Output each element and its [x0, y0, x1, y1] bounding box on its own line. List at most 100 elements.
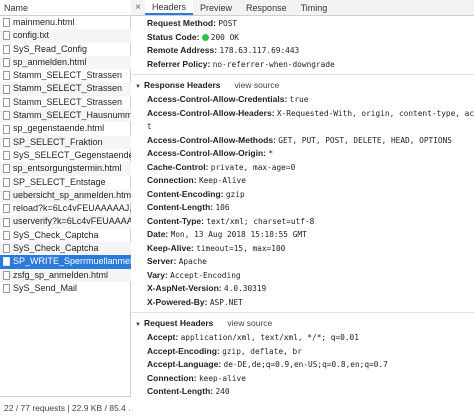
request-row[interactable]: mainmenu.html: [0, 16, 131, 29]
request-row[interactable]: SyS_SELECT_Gegenstaende: [0, 149, 131, 162]
header-key: Referrer Policy:: [147, 58, 211, 69]
file-icon: [3, 31, 10, 41]
requests-summary: 22 / 77 requests | 22.9 KB / 85.4 ...: [0, 396, 131, 418]
file-icon: [3, 58, 10, 68]
triangle-down-icon: ▼: [135, 322, 141, 328]
header-line: Vary: Accept-Encoding: [131, 269, 474, 283]
header-line: Server: Apache: [131, 255, 474, 269]
request-headers-section-toggle[interactable]: ▼ Request Headers view source: [131, 316, 474, 331]
request-row[interactable]: sp_entsorgungstermin.html: [0, 162, 131, 176]
request-detail-pane: × Headers Preview Response Timing Request M…: [131, 0, 474, 418]
file-icon: [3, 257, 10, 267]
request-row[interactable]: Stamm_SELECT_Strassen: [0, 69, 131, 82]
header-value: t: [147, 122, 152, 131]
header-key: Access-Control-Allow-Methods:: [147, 134, 276, 145]
header-key: Access-Control-Allow-Headers:: [147, 107, 275, 118]
request-name: mainmenu.html: [13, 17, 75, 27]
file-icon: [3, 270, 10, 280]
header-key: Keep-Alive:: [147, 242, 194, 253]
header-line: Content-Length: 106: [131, 201, 474, 215]
request-row[interactable]: SP_WRITE_Sperrmuellanmel...: [0, 255, 131, 269]
header-value: ASP.NET: [209, 297, 243, 307]
tab-timing[interactable]: Timing: [294, 0, 335, 15]
request-name: SP_SELECT_Entstage: [13, 176, 106, 187]
request-name: Stamm_SELECT_Strassen: [13, 83, 123, 94]
request-row[interactable]: SyS_Send_Mail: [0, 282, 131, 295]
request-row[interactable]: zsfg_sp_anmelden.html: [0, 268, 131, 282]
request-name: SyS_Check_Captcha: [13, 229, 99, 240]
request-row[interactable]: Stamm_SELECT_Strassen: [0, 96, 131, 109]
header-key: Accept-Encoding:: [147, 345, 220, 356]
header-key: Cache-Control:: [147, 161, 209, 172]
header-line: Connection: keep-alive: [131, 372, 474, 386]
file-icon: [3, 84, 10, 94]
header-value: gzip: [225, 189, 245, 199]
file-icon: [3, 18, 10, 28]
tab-preview[interactable]: Preview: [193, 0, 239, 15]
header-line: Access-Control-Allow-Headers: X-Requeste…: [131, 107, 474, 121]
request-name: config.txt: [13, 30, 50, 41]
request-row[interactable]: sp_anmelden.html: [0, 55, 131, 70]
view-source-link[interactable]: view source: [235, 80, 280, 90]
file-icon: [3, 111, 10, 121]
header-value: application/xml, text/xml, */*; q=0.01: [180, 333, 359, 342]
request-name: sp_entsorgungstermin.html: [13, 163, 122, 174]
request-row[interactable]: userverify?k=6Lc4vFEUAAAA...: [0, 215, 131, 229]
request-row[interactable]: Stamm_SELECT_Strassen: [0, 82, 131, 96]
header-key: Request Method:: [147, 18, 216, 28]
header-key: Access-Control-Allow-Origin:: [147, 148, 267, 158]
header-value: GET, PUT, POST, DELETE, HEAD, OPTIONS: [278, 135, 452, 145]
header-value: 4.0.30319: [224, 284, 267, 293]
request-row[interactable]: config.txt: [0, 29, 131, 43]
request-row[interactable]: SyS_Check_Captcha: [0, 242, 131, 256]
file-icon: [3, 284, 10, 294]
request-row[interactable]: SP_SELECT_Entstage: [0, 176, 131, 189]
close-icon[interactable]: ×: [131, 0, 145, 15]
request-name: SyS_Check_Captcha: [13, 243, 99, 254]
header-value: *: [268, 149, 274, 158]
file-icon: [3, 71, 10, 81]
section-divider: [131, 312, 474, 313]
header-value: 106: [215, 203, 230, 212]
request-row[interactable]: uebersicht_sp_anmelden.html: [0, 188, 131, 203]
header-value: timeout=15, max=100: [196, 243, 286, 253]
request-row[interactable]: SP_SELECT_Fraktion: [0, 135, 131, 149]
request-row[interactable]: SyS_Check_Captcha: [0, 229, 131, 242]
header-key: X-AspNet-Version:: [147, 283, 222, 293]
request-row[interactable]: reload?k=6Lc4vFEUAAAAAJ...: [0, 202, 131, 215]
header-value: POST: [218, 19, 238, 28]
request-name: SP_SELECT_Fraktion: [13, 136, 103, 147]
header-line: Accept: application/xml, text/xml, */*; …: [131, 331, 474, 345]
request-name: Stamm_SELECT_Hausnummer: [13, 110, 131, 121]
triangle-down-icon: ▼: [135, 84, 141, 90]
view-source-link[interactable]: view source: [227, 318, 272, 328]
section-title: Response Headers: [143, 80, 221, 90]
detail-tabs: × Headers Preview Response Timing: [131, 0, 474, 16]
header-key: Date:: [147, 229, 169, 239]
header-key: Connection:: [147, 175, 197, 185]
response-headers-section-toggle[interactable]: ▼ Response Headers view source: [131, 78, 474, 93]
header-value: gzip, deflate, br: [222, 346, 302, 356]
request-list-pane: Name mainmenu.html config.txt SyS_Read_Con…: [0, 0, 131, 418]
headers-panel: Request Method: POST Status Code: 200 OK R…: [131, 17, 474, 399]
name-column-header[interactable]: Name: [0, 0, 131, 16]
header-line: Referrer Policy: no-referrer-when-downgr…: [131, 58, 474, 72]
request-row[interactable]: Stamm_SELECT_Hausnummer: [0, 109, 131, 123]
header-value: 200 OK: [210, 32, 239, 42]
file-icon: [3, 217, 10, 227]
header-value: Apache: [178, 257, 207, 266]
header-value: Keep-Alive: [198, 176, 246, 185]
header-key: Access-Control-Allow-Credentials:: [147, 94, 288, 104]
request-row[interactable]: SyS_Read_Config: [0, 43, 131, 56]
header-line: Keep-Alive: timeout=15, max=100: [131, 242, 474, 256]
header-line: Date: Mon, 13 Aug 2018 15:18:55 GMT: [131, 228, 474, 242]
request-row[interactable]: sp_gegenstaende.html: [0, 122, 131, 135]
file-icon: [3, 164, 10, 174]
file-icon: [3, 97, 10, 107]
tab-response[interactable]: Response: [239, 0, 294, 15]
header-line-continued: t: [131, 120, 474, 134]
tab-headers[interactable]: Headers: [145, 0, 194, 15]
header-key: Accept:: [147, 332, 179, 342]
request-list: mainmenu.html config.txt SyS_Read_Config sp…: [0, 16, 131, 295]
request-name: uebersicht_sp_anmelden.html: [13, 189, 131, 200]
